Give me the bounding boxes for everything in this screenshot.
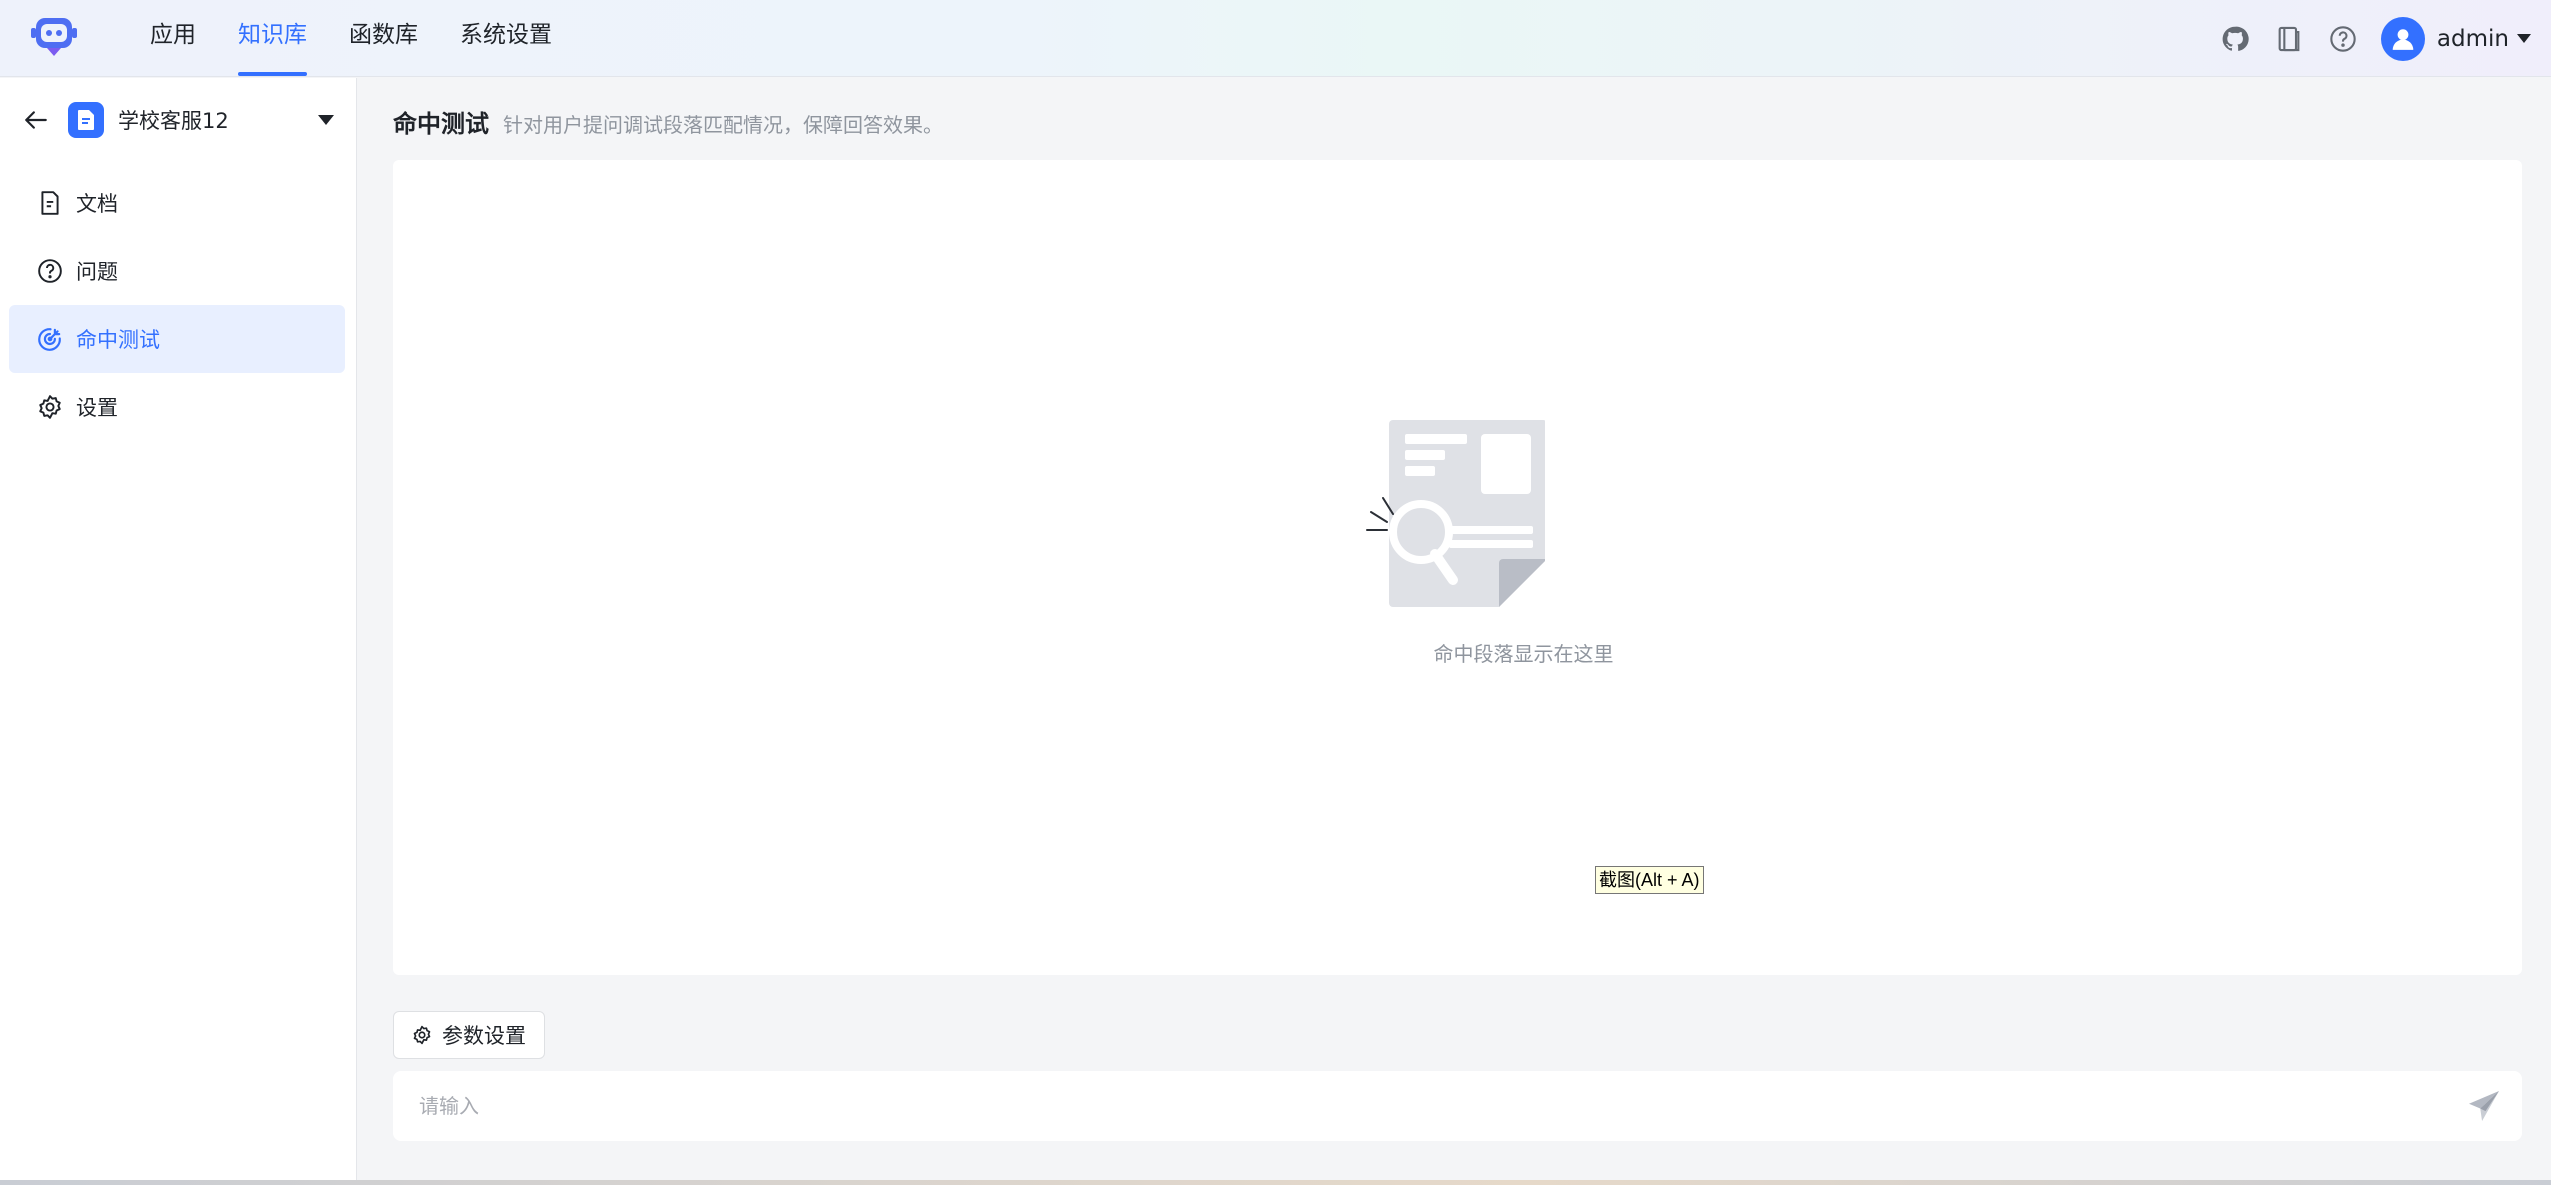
sidebar-item-label: 文档 xyxy=(76,192,118,216)
nav-item-apps[interactable]: 应用 xyxy=(150,0,196,77)
top-header: 应用 知识库 函数库 系统设置 admin xyxy=(0,0,2551,77)
file-icon xyxy=(36,189,64,217)
document-badge-icon xyxy=(68,102,104,138)
empty-state-text: 命中段落显示在这里 xyxy=(1433,642,1614,666)
chevron-down-icon[interactable] xyxy=(318,115,334,125)
question-input-box xyxy=(393,1071,2522,1141)
question-circle-icon xyxy=(36,257,64,285)
screenshot-tooltip: 截图(Alt + A) xyxy=(1595,866,1704,894)
parameter-settings-button[interactable]: 参数设置 xyxy=(393,1011,545,1059)
header-toolbar: admin xyxy=(2219,0,2531,77)
knowledge-base-name: 学校客服12 xyxy=(118,109,229,133)
gear-icon xyxy=(412,1025,432,1045)
question-input[interactable] xyxy=(393,1071,2464,1141)
page-description: 针对用户提问调试段落匹配情况，保障回答效果。 xyxy=(503,113,943,137)
nav-item-system-settings[interactable]: 系统设置 xyxy=(460,0,552,77)
arrow-left-icon[interactable] xyxy=(20,104,52,136)
window-bottom-edge xyxy=(0,1180,2551,1185)
hit-results-panel: 命中段落显示在这里 截图(Alt + A) xyxy=(393,160,2522,975)
nav-item-knowledge-base[interactable]: 知识库 xyxy=(238,0,307,77)
sidebar-item-documents[interactable]: 文档 xyxy=(9,169,345,237)
sidebar-item-settings[interactable]: 设置 xyxy=(9,373,345,441)
username[interactable]: admin xyxy=(2437,26,2509,52)
send-icon[interactable] xyxy=(2464,1086,2504,1126)
gear-icon xyxy=(36,393,64,421)
sidebar-item-label: 问题 xyxy=(76,260,118,284)
nav-item-function-library[interactable]: 函数库 xyxy=(349,0,418,77)
target-icon xyxy=(36,325,64,353)
sidebar-item-label: 设置 xyxy=(76,396,118,420)
sidebar-item-questions[interactable]: 问题 xyxy=(9,237,345,305)
page-header: 命中测试 针对用户提问调试段落匹配情况，保障回答效果。 xyxy=(393,104,943,138)
chevron-down-icon[interactable] xyxy=(2517,34,2531,43)
user-avatar-icon[interactable] xyxy=(2380,16,2425,61)
knowledge-base-switcher[interactable]: 学校客服12 xyxy=(20,100,340,140)
sidebar-item-hit-test[interactable]: 命中测试 xyxy=(9,305,345,373)
page-title: 命中测试 xyxy=(393,110,489,138)
document-search-icon xyxy=(1365,418,1547,618)
sidebar: 学校客服12 文档 问题 命中测试 设置 xyxy=(0,78,357,1185)
robot-logo-icon[interactable] xyxy=(30,16,78,58)
sidebar-menu: 文档 问题 命中测试 设置 xyxy=(9,169,345,441)
parameter-settings-label: 参数设置 xyxy=(442,1024,526,1048)
help-icon[interactable] xyxy=(2327,23,2359,55)
sidebar-item-label: 命中测试 xyxy=(76,328,160,352)
github-icon[interactable] xyxy=(2219,23,2251,55)
top-nav: 应用 知识库 函数库 系统设置 xyxy=(150,0,594,77)
book-icon[interactable] xyxy=(2273,23,2305,55)
